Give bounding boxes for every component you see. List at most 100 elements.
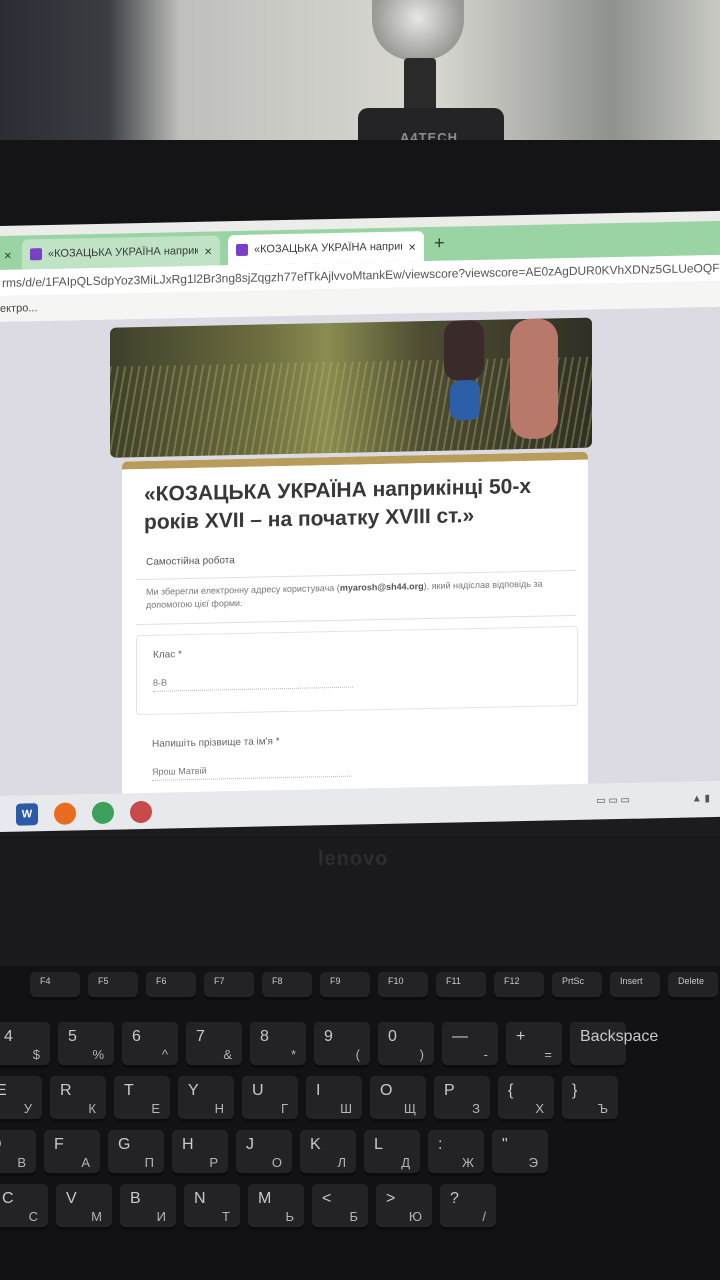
keyboard-key[interactable]: 6 ^ xyxy=(122,1022,178,1068)
chrome-icon-active[interactable] xyxy=(130,800,152,824)
key-secondary-label: = xyxy=(544,1047,552,1062)
browser-tab-1[interactable]: «КОЗАЦЬКА УКРАЇНА наприкін × xyxy=(22,235,220,270)
chrome-icon[interactable] xyxy=(92,801,114,825)
key-label: : xyxy=(438,1136,443,1153)
firefox-icon[interactable] xyxy=(54,802,76,825)
tab-close-icon[interactable]: × xyxy=(408,239,416,254)
key-secondary-label: И xyxy=(156,1209,166,1224)
keyboard-key[interactable]: Backspace xyxy=(570,1022,658,1068)
key-label: B xyxy=(130,1190,141,1207)
keyboard-key[interactable]: F9 xyxy=(320,972,370,1000)
keyboard-key[interactable]: 5% xyxy=(58,1022,114,1068)
key-label: R xyxy=(60,1082,72,1099)
keyboard-key[interactable]: OЩ xyxy=(370,1076,426,1122)
key-label: 9 xyxy=(324,1028,333,1045)
key-label: U xyxy=(252,1082,264,1099)
keyboard-key[interactable]: " Э xyxy=(492,1130,548,1176)
new-tab-button[interactable]: + xyxy=(434,233,445,254)
key-label: C xyxy=(2,1190,14,1207)
keyboard-key[interactable]: HР xyxy=(172,1130,228,1176)
keyboard-key[interactable]: F7 xyxy=(204,972,254,1000)
keyboard-key[interactable]: PrtSc xyxy=(552,972,602,1000)
key-label: PrtSc xyxy=(562,976,585,986)
keyboard-key[interactable]: F12 xyxy=(494,972,544,1000)
keyboard-key[interactable]: ? / xyxy=(440,1184,496,1230)
keyboard-key[interactable]: LД xyxy=(364,1130,420,1176)
key-secondary-label: Т xyxy=(222,1209,230,1224)
keyboard-key[interactable]: UГ xyxy=(242,1076,298,1122)
key-label: + xyxy=(516,1028,526,1045)
keyboard-key[interactable]: EУ xyxy=(0,1076,42,1122)
key-label: M xyxy=(258,1190,272,1207)
key-secondary-label: К xyxy=(88,1101,96,1116)
key-secondary-label: - xyxy=(483,1047,488,1062)
tray-icons[interactable]: ▭ ▭ ▭ xyxy=(596,795,630,807)
keyboard-key[interactable]: F8 xyxy=(262,972,312,1000)
keyboard-key[interactable]: RК xyxy=(50,1076,106,1122)
keyboard-key[interactable]: TЕ xyxy=(114,1076,170,1122)
browser-tab-partial[interactable]: × xyxy=(0,240,20,271)
key-secondary-label: Л xyxy=(337,1155,346,1170)
function-key-row: F4 F5 F6 F7 F8 F9 F10 F11 F12 PrtSc Insert Delete xyxy=(30,972,720,1022)
tab-close-icon[interactable]: × xyxy=(4,247,12,262)
keyboard-key[interactable]: 8 * xyxy=(250,1022,306,1068)
keyboard-key[interactable]: F10 xyxy=(378,972,428,1000)
keyboard-key[interactable]: DВ xyxy=(0,1130,36,1176)
keyboard-key[interactable]: 0) xyxy=(378,1022,434,1068)
browser-tab-2-active[interactable]: «КОЗАЦЬКА УКРАЇНА наприкін × xyxy=(228,231,424,266)
keyboard-key[interactable]: 4 $ xyxy=(0,1022,50,1068)
question-label: Напишіть прізвище та ім'я * xyxy=(152,736,280,750)
key-secondary-label: Щ xyxy=(403,1101,416,1116)
keyboard-key[interactable]: JО xyxy=(236,1130,292,1176)
key-label: F xyxy=(54,1136,64,1153)
keyboard-key[interactable]: {Х xyxy=(498,1076,554,1122)
word-icon[interactable]: W xyxy=(16,803,38,826)
keyboard-key[interactable]: KЛ xyxy=(300,1130,356,1176)
keyboard-key[interactable]: :Ж xyxy=(428,1130,484,1176)
banner-leg xyxy=(510,318,558,440)
home-letter-row: DВFАGПHРJОKЛLД:Ж"Э xyxy=(0,1130,700,1180)
keyboard-key[interactable]: F5 xyxy=(88,972,138,1000)
tray-notification-icons[interactable]: ▲ ▮ xyxy=(692,793,710,804)
keyboard-key[interactable]: IШ xyxy=(306,1076,362,1122)
key-label: Backspace xyxy=(580,1028,659,1045)
tab-close-icon[interactable]: × xyxy=(204,243,212,258)
bottom-letter-row: C С V М B И N Т M Ь < Б > Ю? / xyxy=(0,1184,712,1234)
laptop-brand: lenovo xyxy=(318,848,389,870)
key-secondary-label: & xyxy=(223,1047,232,1062)
keyboard-key[interactable]: F6 xyxy=(146,972,196,1000)
keyboard-key[interactable]: > Ю xyxy=(376,1184,432,1230)
keyboard-key[interactable]: < Б xyxy=(312,1184,368,1230)
key-label: — xyxy=(452,1028,468,1045)
keyboard-key[interactable]: 9( xyxy=(314,1022,370,1068)
key-label: > xyxy=(386,1190,396,1207)
keyboard-key[interactable]: 7 & xyxy=(186,1022,242,1068)
key-label: < xyxy=(322,1190,332,1207)
key-label: Y xyxy=(188,1082,199,1099)
key-secondary-label: С xyxy=(28,1209,38,1224)
keyboard-key[interactable]: MЬ xyxy=(248,1184,304,1230)
keyboard-key[interactable]: PЗ xyxy=(434,1076,490,1122)
keyboard-key[interactable]: F4 xyxy=(30,972,80,1000)
key-secondary-label: Э xyxy=(528,1155,538,1170)
key-label: 4 xyxy=(4,1028,13,1045)
keyboard-key[interactable]: VМ xyxy=(56,1184,112,1230)
keyboard-key[interactable]: + = xyxy=(506,1022,562,1068)
keyboard-key[interactable]: GП xyxy=(108,1130,164,1176)
keyboard-key[interactable]: } Ъ xyxy=(562,1076,618,1122)
keyboard-key[interactable]: Insert xyxy=(610,972,660,1000)
keyboard-key[interactable]: CС xyxy=(0,1184,48,1230)
form-title: «КОЗАЦЬКА УКРАЇНА наприкінці 50-х років … xyxy=(144,474,531,534)
keyboard-key[interactable]: YН xyxy=(178,1076,234,1122)
keyboard-key[interactable]: — - xyxy=(442,1022,498,1068)
key-label: { xyxy=(508,1082,514,1099)
keyboard-key[interactable]: BИ xyxy=(120,1184,176,1230)
keyboard-key[interactable]: F11 xyxy=(436,972,486,1000)
key-label: 6 xyxy=(132,1028,141,1045)
key-secondary-label: З xyxy=(472,1101,480,1116)
keyboard-key[interactable]: FА xyxy=(44,1130,100,1176)
key-label: V xyxy=(66,1190,77,1207)
bookmark-item[interactable]: ектро... xyxy=(0,302,38,315)
keyboard-key[interactable]: Delete xyxy=(668,972,718,1000)
keyboard-key[interactable]: NТ xyxy=(184,1184,240,1230)
